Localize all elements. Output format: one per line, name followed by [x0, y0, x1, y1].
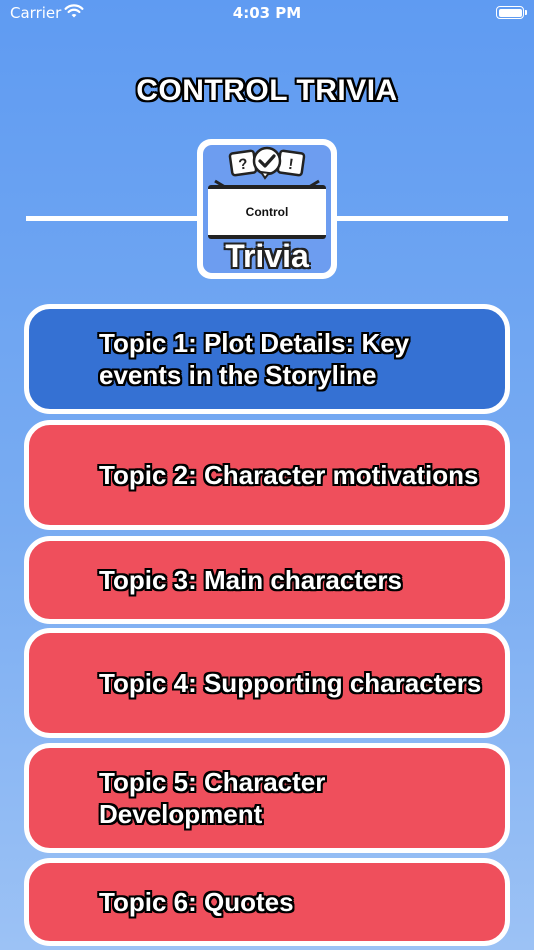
topic-label: Topic 2: Character motivations — [99, 460, 479, 490]
topic-label: Topic 3: Main characters — [99, 565, 402, 595]
topic-label: Topic 6: Quotes — [99, 887, 294, 917]
divider-right — [336, 216, 508, 221]
logo-word: Trivia — [225, 238, 309, 273]
app-logo: ? ! Control Trivia — [197, 139, 337, 279]
topic-button-5[interactable]: Topic 5: Character Development — [24, 743, 510, 853]
clock: 4:03 PM — [232, 4, 302, 22]
topic-button-6[interactable]: Topic 6: Quotes — [24, 858, 510, 946]
battery-icon — [496, 6, 527, 19]
topic-label: Topic 1: Plot Details: Key events in the… — [99, 328, 410, 390]
topic-button-2[interactable]: Topic 2: Character motivations — [24, 420, 510, 530]
divider-left — [26, 216, 198, 221]
topic-label: Topic 4: Supporting characters — [99, 668, 482, 698]
logo-board: Control — [208, 185, 326, 239]
topic-button-1[interactable]: Topic 1: Plot Details: Key events in the… — [24, 304, 510, 414]
logo-background: ? ! Control Trivia — [203, 145, 331, 273]
page-title: CONTROL TRIVIA — [136, 74, 398, 107]
topic-button-4[interactable]: Topic 4: Supporting characters — [24, 628, 510, 738]
topic-label: Topic 5: Character Development — [99, 767, 326, 829]
logo-board-text: Control — [245, 205, 289, 219]
topic-button-3[interactable]: Topic 3: Main characters — [24, 536, 510, 624]
status-bar: Carrier 4:03 PM — [0, 0, 534, 30]
